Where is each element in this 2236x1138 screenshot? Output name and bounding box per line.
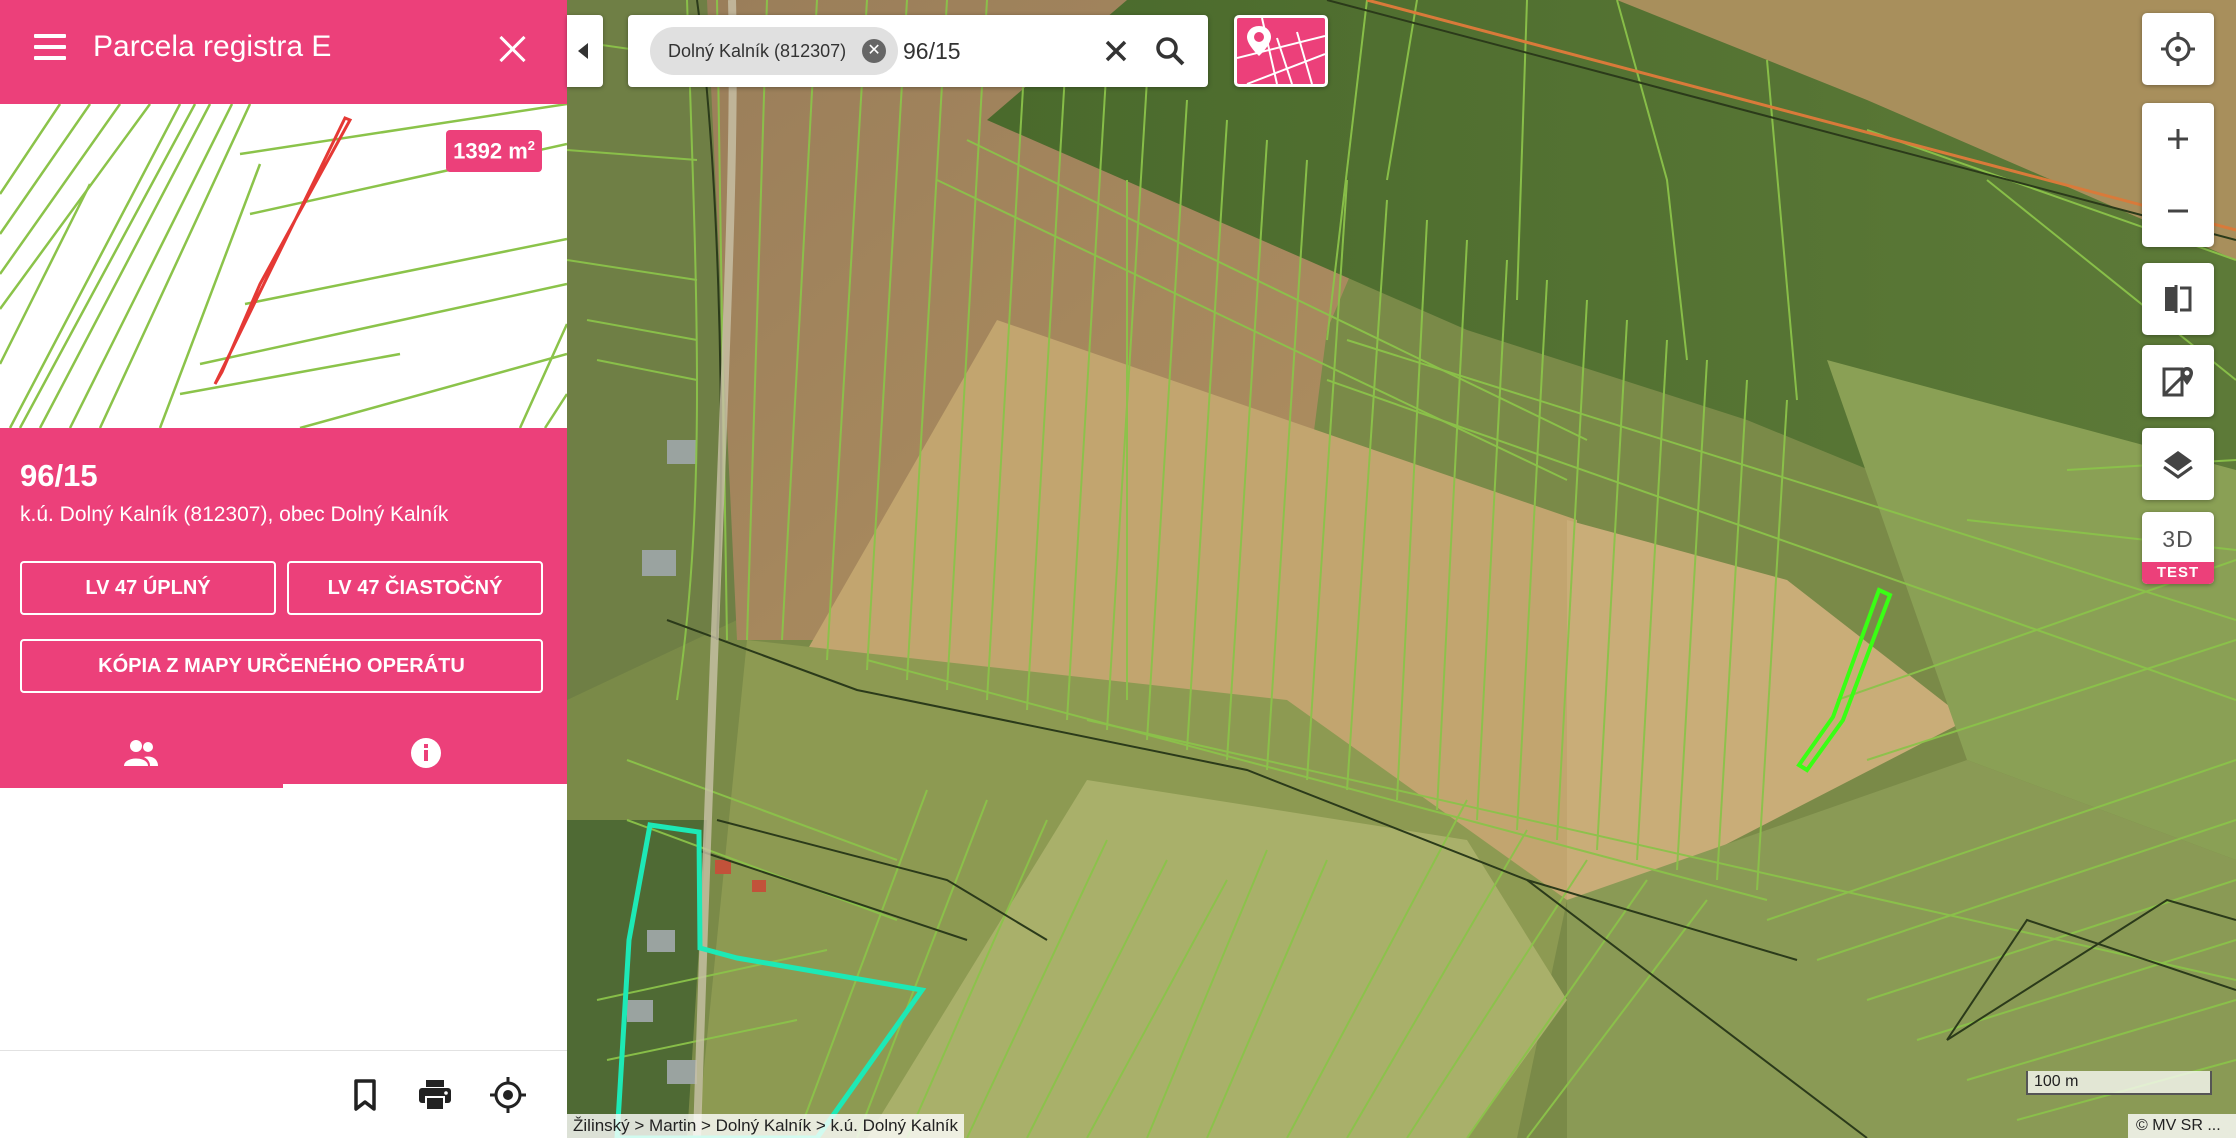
parcel-number: 96/15: [20, 458, 98, 493]
detail-panel: Parcela registra E 1392 m2 96/15 k.ú. Do…: [0, 0, 567, 1138]
panel-header: Parcela registra E: [0, 0, 567, 104]
clear-icon[interactable]: [1098, 33, 1134, 69]
lv-full-button[interactable]: LV 47 ÚPLNÝ: [20, 561, 276, 615]
cadastre-layer-toggle[interactable]: [1234, 15, 1328, 87]
map-search-button[interactable]: [2142, 345, 2214, 417]
aerial-cadastre-map: [567, 0, 2236, 1138]
print-icon[interactable]: [415, 1075, 455, 1115]
chip-label: Dolný Kalník (812307): [668, 41, 847, 61]
cadastre-map-icon: [1237, 18, 1325, 84]
parcel-location: k.ú. Dolný Kalník (812307), obec Dolný K…: [20, 503, 449, 526]
breadcrumb-item[interactable]: Dolný Kalník: [716, 1116, 811, 1135]
3d-test-button[interactable]: 3D TEST: [2142, 512, 2214, 584]
parcel-info: 96/15 k.ú. Dolný Kalník (812307), obec D…: [0, 428, 567, 788]
test-badge: TEST: [2142, 562, 2214, 584]
tab-owners[interactable]: [0, 718, 283, 788]
panel-title: Parcela registra E: [93, 30, 332, 63]
collapse-panel-button[interactable]: [567, 15, 603, 87]
lv-partial-button[interactable]: LV 47 ČIASTOČNÝ: [287, 561, 543, 615]
compare-button[interactable]: [2142, 263, 2214, 335]
map-pin-icon: [2162, 367, 2193, 397]
map-view[interactable]: [567, 0, 2236, 1138]
breadcrumb-item[interactable]: Žilinský: [573, 1116, 630, 1135]
locate-icon[interactable]: [488, 1075, 528, 1115]
my-location-button[interactable]: [2142, 13, 2214, 85]
parcel-preview-map: 1392 m2: [0, 104, 567, 428]
zoom-control: [2142, 103, 2214, 247]
crosshair-icon: [2161, 32, 2195, 66]
breadcrumb-item[interactable]: k.ú. Dolný Kalník: [830, 1116, 958, 1135]
area-badge: 1392 m2: [446, 130, 542, 173]
layers-button[interactable]: [2142, 428, 2214, 500]
info-icon: [411, 738, 441, 768]
panel-footer: [0, 1050, 567, 1138]
map-copy-button[interactable]: KÓPIA Z MAPY URČENÉHO OPERÁTU: [20, 639, 543, 693]
tab-indicator: [283, 784, 567, 788]
search-bar: Dolný Kalník (812307) ✕: [628, 15, 1208, 87]
bookmark-icon[interactable]: [345, 1075, 385, 1115]
zoom-out-icon[interactable]: [2160, 193, 2196, 229]
menu-icon[interactable]: [30, 34, 70, 70]
breadcrumb-item[interactable]: Martin: [649, 1116, 696, 1135]
3d-label: 3D: [2162, 526, 2194, 552]
cadastral-area-chip[interactable]: Dolný Kalník (812307) ✕: [650, 27, 899, 75]
breadcrumb-separator: >: [811, 1116, 831, 1135]
panel-tabs: [0, 718, 567, 788]
compare-icon: [2165, 285, 2192, 313]
people-icon: [124, 740, 158, 766]
close-icon[interactable]: [496, 32, 530, 66]
scale-bar: 100 m: [2026, 1071, 2212, 1095]
breadcrumb-separator: >: [629, 1116, 650, 1135]
breadcrumb-separator: >: [696, 1116, 716, 1135]
copyright[interactable]: © MV SR ...: [2128, 1114, 2236, 1138]
layers-icon: [2163, 451, 2193, 479]
zoom-in-icon[interactable]: [2160, 121, 2196, 157]
breadcrumb: Žilinský > Martin > Dolný Kalník > k.ú. …: [567, 1114, 965, 1138]
search-input[interactable]: [903, 33, 1073, 69]
tab-info[interactable]: [283, 718, 566, 788]
search-icon[interactable]: [1152, 33, 1188, 69]
chip-remove-icon[interactable]: ✕: [862, 39, 887, 63]
